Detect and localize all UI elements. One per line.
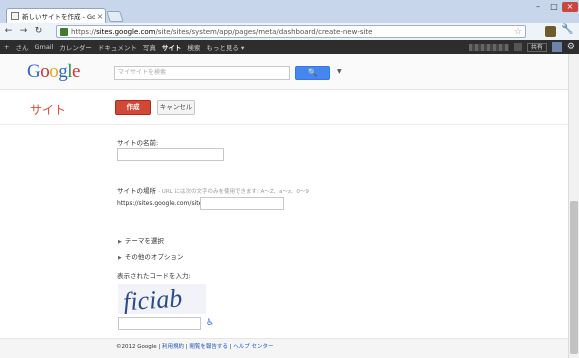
action-row: サイト 作成 キャンセル [0, 90, 568, 125]
forward-arrow-icon[interactable]: → [17, 25, 30, 38]
help-center-link[interactable]: ヘルプ センター [233, 344, 273, 350]
lock-icon [60, 27, 68, 36]
svg-text:ficiab: ficiab [122, 284, 183, 314]
browser-chrome: 新しいサイトを作成 - Google × – □ × ← → ↻ https:/… [0, 0, 579, 40]
chevron-down-icon[interactable]: ▼ [337, 68, 342, 75]
gbar-item-gmail[interactable]: Gmail [34, 43, 53, 51]
bookmark-star-icon[interactable]: ☆ [514, 27, 522, 37]
create-button[interactable]: 作成 [115, 100, 151, 115]
google-bar: + さん Gmail カレンダー ドキュメント 写真 サイト 検索 もっと見る … [0, 40, 579, 54]
reload-icon[interactable]: ↻ [32, 25, 45, 38]
url-prefix-label: https://sites.google.com/site/ [117, 200, 205, 207]
google-logo[interactable]: Google [27, 61, 80, 83]
captcha-image: ficiab [118, 283, 206, 316]
new-tab-button[interactable] [106, 11, 124, 22]
report-abuse-link[interactable]: 閲覧を報告する [189, 344, 228, 350]
gear-icon[interactable]: ⚙ [567, 42, 575, 52]
scrollbar-thumb[interactable] [570, 201, 578, 354]
captcha-input[interactable] [118, 317, 201, 330]
avatar[interactable] [551, 42, 562, 52]
search-header: Google マイサイトを検索 🔍 ▼ [0, 54, 568, 90]
site-name-input[interactable] [117, 148, 224, 161]
site-url-input[interactable] [200, 197, 284, 210]
gbar-item-plus[interactable]: + [4, 43, 9, 51]
gbar-item-photos[interactable]: 写真 [143, 42, 156, 52]
gbar-item-user[interactable]: さん [15, 42, 28, 52]
page-title: サイト [30, 103, 67, 117]
extension-icon[interactable] [545, 26, 556, 37]
create-site-form: サイトの名前: サイトの場所 - URL には次の文字のみを使用できます: A～… [0, 126, 568, 358]
footer-copyright: ©2012 Google | [116, 344, 161, 350]
gbar-item-more[interactable]: もっと見る ▾ [206, 42, 244, 52]
share-button[interactable]: 共有 [526, 42, 547, 52]
triangle-right-icon: ▶ [118, 255, 122, 261]
page-footer: ©2012 Google | 利用規約 | 閲覧を報告する | ヘルプ センター [0, 338, 568, 358]
accessibility-icon[interactable]: ♿ [206, 318, 214, 328]
more-options-link[interactable]: ▶ その他のオプション [118, 251, 183, 261]
search-icon: 🔍 [307, 68, 318, 77]
tab-title: 新しいサイトを作成 - Google [22, 13, 95, 21]
captcha-label: 表示されたコードを入力: [117, 272, 191, 280]
notification-icon[interactable] [513, 43, 522, 51]
terms-link[interactable]: 利用規約 [162, 344, 184, 350]
cancel-button[interactable]: キャンセル [157, 100, 195, 115]
gbar-item-calendar[interactable]: カレンダー [59, 42, 92, 52]
gbar-item-docs[interactable]: ドキュメント [98, 42, 137, 52]
footer-separator: | [229, 344, 232, 350]
minimize-icon[interactable]: – [530, 2, 546, 12]
back-arrow-icon[interactable]: ← [2, 25, 15, 38]
browser-tab[interactable]: 新しいサイトを作成 - Google × [6, 8, 106, 23]
site-location-hint: - URL には次の文字のみを使用できます: A～Z、a～z、0～9 [158, 189, 309, 195]
account-name-redacted [468, 43, 509, 51]
close-window-icon[interactable]: × [562, 2, 578, 12]
tab-close-icon[interactable]: × [95, 12, 105, 21]
theme-select-link[interactable]: ▶ テーマを選択 [118, 235, 164, 245]
site-location-label: サイトの場所 - URL には次の文字のみを使用できます: A～Z、a～z、0～… [117, 187, 309, 195]
gbar-item-search[interactable]: 検索 [187, 42, 200, 52]
page-favicon-icon [11, 12, 19, 20]
wrench-menu-icon[interactable]: 🔧 [561, 24, 573, 35]
address-url: https://sites.google.com/site/sites/syst… [71, 27, 373, 36]
address-bar[interactable]: https://sites.google.com/site/sites/syst… [56, 25, 526, 38]
triangle-right-icon: ▶ [118, 239, 122, 245]
gbar-item-sites[interactable]: サイト [162, 42, 182, 52]
site-name-label: サイトの名前: [117, 139, 159, 147]
search-button[interactable]: 🔍 [295, 66, 330, 80]
search-input[interactable]: マイサイトを検索 [114, 66, 290, 80]
footer-separator: | [185, 344, 188, 350]
scrollbar[interactable] [568, 54, 579, 358]
maximize-icon[interactable]: □ [546, 2, 562, 12]
browser-toolbar: ← → ↻ https://sites.google.com/site/site… [0, 23, 579, 40]
